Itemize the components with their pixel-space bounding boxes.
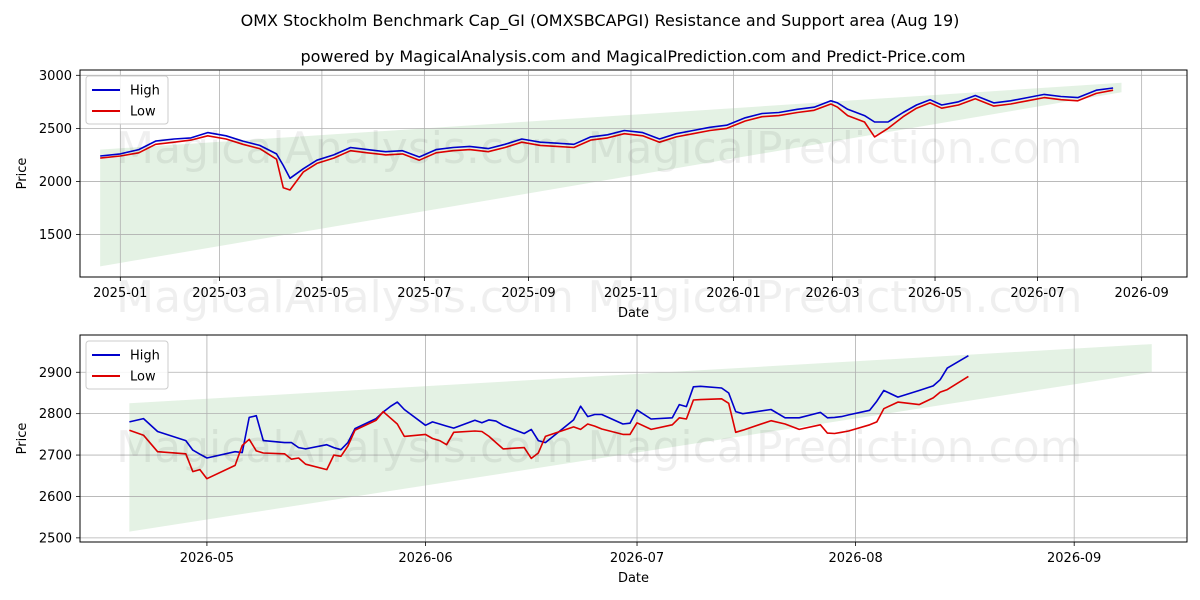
y-tick-label: 2500 [39, 122, 72, 137]
watermark-analysis-top: MagicalAnalysis.com [116, 123, 574, 174]
watermark-prediction-top: MagicalPrediction.com [588, 123, 1083, 174]
watermark-analysis-bottom: MagicalAnalysis.com [116, 422, 574, 473]
resistance-support-band [100, 82, 1122, 267]
legend: High Low [85, 340, 169, 390]
y-axis-label: Price [15, 158, 30, 190]
x-tick-label: 2026-07 [610, 551, 664, 566]
y-tick-label: 2900 [39, 366, 72, 381]
subtitle: powered by MagicalAnalysis.com and Magic… [300, 47, 965, 66]
main-title: OMX Stockholm Benchmark Cap_GI (OMXSBCAP… [241, 11, 960, 31]
x-tick-label: 2026-09 [1047, 551, 1101, 566]
x-tick-label: 2026-05 [180, 551, 234, 566]
x-tick-label: 2026-09 [1114, 286, 1168, 301]
y-tick-label: 1500 [39, 228, 72, 243]
legend-label-low: Low [130, 105, 156, 120]
watermark-prediction-mid: MagicalPrediction.com [588, 272, 1083, 323]
y-tick-label: 2800 [39, 407, 72, 422]
y-tick-label: 2000 [39, 175, 72, 190]
x-tick-label: 2026-08 [828, 551, 882, 566]
x-axis-label: Date [618, 571, 649, 586]
legend: High Low [85, 75, 169, 125]
y-axis-label: Price [15, 423, 30, 455]
watermark-analysis-mid: MagicalAnalysis.com [116, 272, 574, 323]
chart-figure: OMX Stockholm Benchmark Cap_GI (OMXSBCAP… [15, 11, 1188, 586]
x-tick-label: 2026-06 [398, 551, 452, 566]
y-tick-label: 3000 [39, 69, 72, 84]
watermark-prediction-bottom: MagicalPrediction.com [588, 422, 1083, 473]
y-tick-label: 2600 [39, 490, 72, 505]
y-tick-label: 2500 [39, 531, 72, 546]
legend-label-high: High [130, 84, 160, 99]
legend-label-high: High [130, 349, 160, 364]
legend-label-low: Low [130, 370, 156, 385]
y-tick-label: 2700 [39, 449, 72, 464]
